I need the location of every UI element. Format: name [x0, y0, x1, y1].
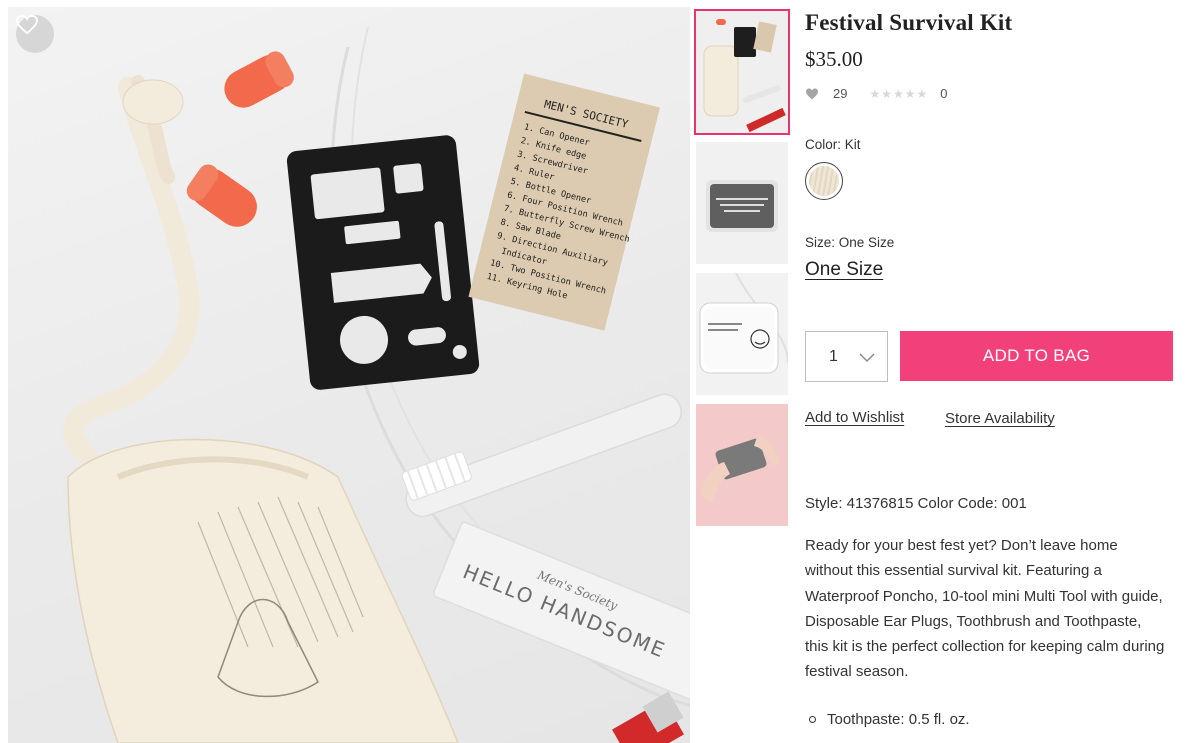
like-count: 29 — [833, 86, 848, 101]
product-description: Ready for your best fest yet? Don’t leav… — [805, 537, 1165, 681]
review-count[interactable]: 0 — [940, 86, 947, 101]
thumbnail-image — [696, 142, 788, 264]
quantity-select[interactable]: 1 — [805, 331, 888, 382]
style-code: Style: 41376815 Color Code: 001 — [805, 495, 1027, 512]
product-details-list: Toothpaste: 0.5 fl. oz. — [805, 711, 970, 728]
product-photo-illustration: MEN'S SOCIETY 1. Can Opener 2. Knife edg… — [63, 26, 690, 743]
heart-icon[interactable] — [805, 88, 819, 100]
thumbnail-1[interactable] — [694, 9, 790, 135]
thumbnail-image — [696, 273, 788, 395]
color-label: Color: Kit — [805, 137, 861, 152]
list-item: Toothpaste: 0.5 fl. oz. — [805, 711, 970, 728]
quantity-value: 1 — [829, 347, 838, 365]
rating-stars[interactable]: ★★★★★ — [869, 87, 928, 101]
product-meta: 29 ★★★★★ 0 — [805, 86, 948, 101]
thumbnail-4[interactable] — [694, 402, 790, 528]
bullet-icon — [809, 716, 816, 723]
list-item-text: Toothpaste: 0.5 fl. oz. — [827, 711, 970, 728]
size-option-one-size[interactable]: One Size — [805, 259, 883, 281]
favorite-button[interactable] — [16, 15, 54, 53]
color-swatch-kit[interactable] — [805, 162, 843, 200]
size-label: Size: One Size — [805, 235, 895, 250]
add-to-wishlist-link[interactable]: Add to Wishlist — [805, 409, 904, 426]
store-availability-link[interactable]: Store Availability — [945, 410, 1055, 427]
product-title: Festival Survival Kit — [805, 10, 1013, 35]
chevron-down-icon — [859, 350, 875, 368]
heart-outline-icon — [16, 15, 38, 35]
thumbnail-image — [696, 11, 788, 133]
thumbnail-image — [696, 404, 788, 526]
thumbnail-list — [694, 9, 790, 533]
thumbnail-3[interactable] — [694, 271, 790, 397]
add-to-bag-button[interactable]: ADD TO BAG — [900, 331, 1173, 381]
product-price: $35.00 — [805, 47, 863, 71]
main-product-image[interactable]: MEN'S SOCIETY 1. Can Opener 2. Knife edg… — [8, 7, 690, 743]
thumbnail-2[interactable] — [694, 140, 790, 266]
